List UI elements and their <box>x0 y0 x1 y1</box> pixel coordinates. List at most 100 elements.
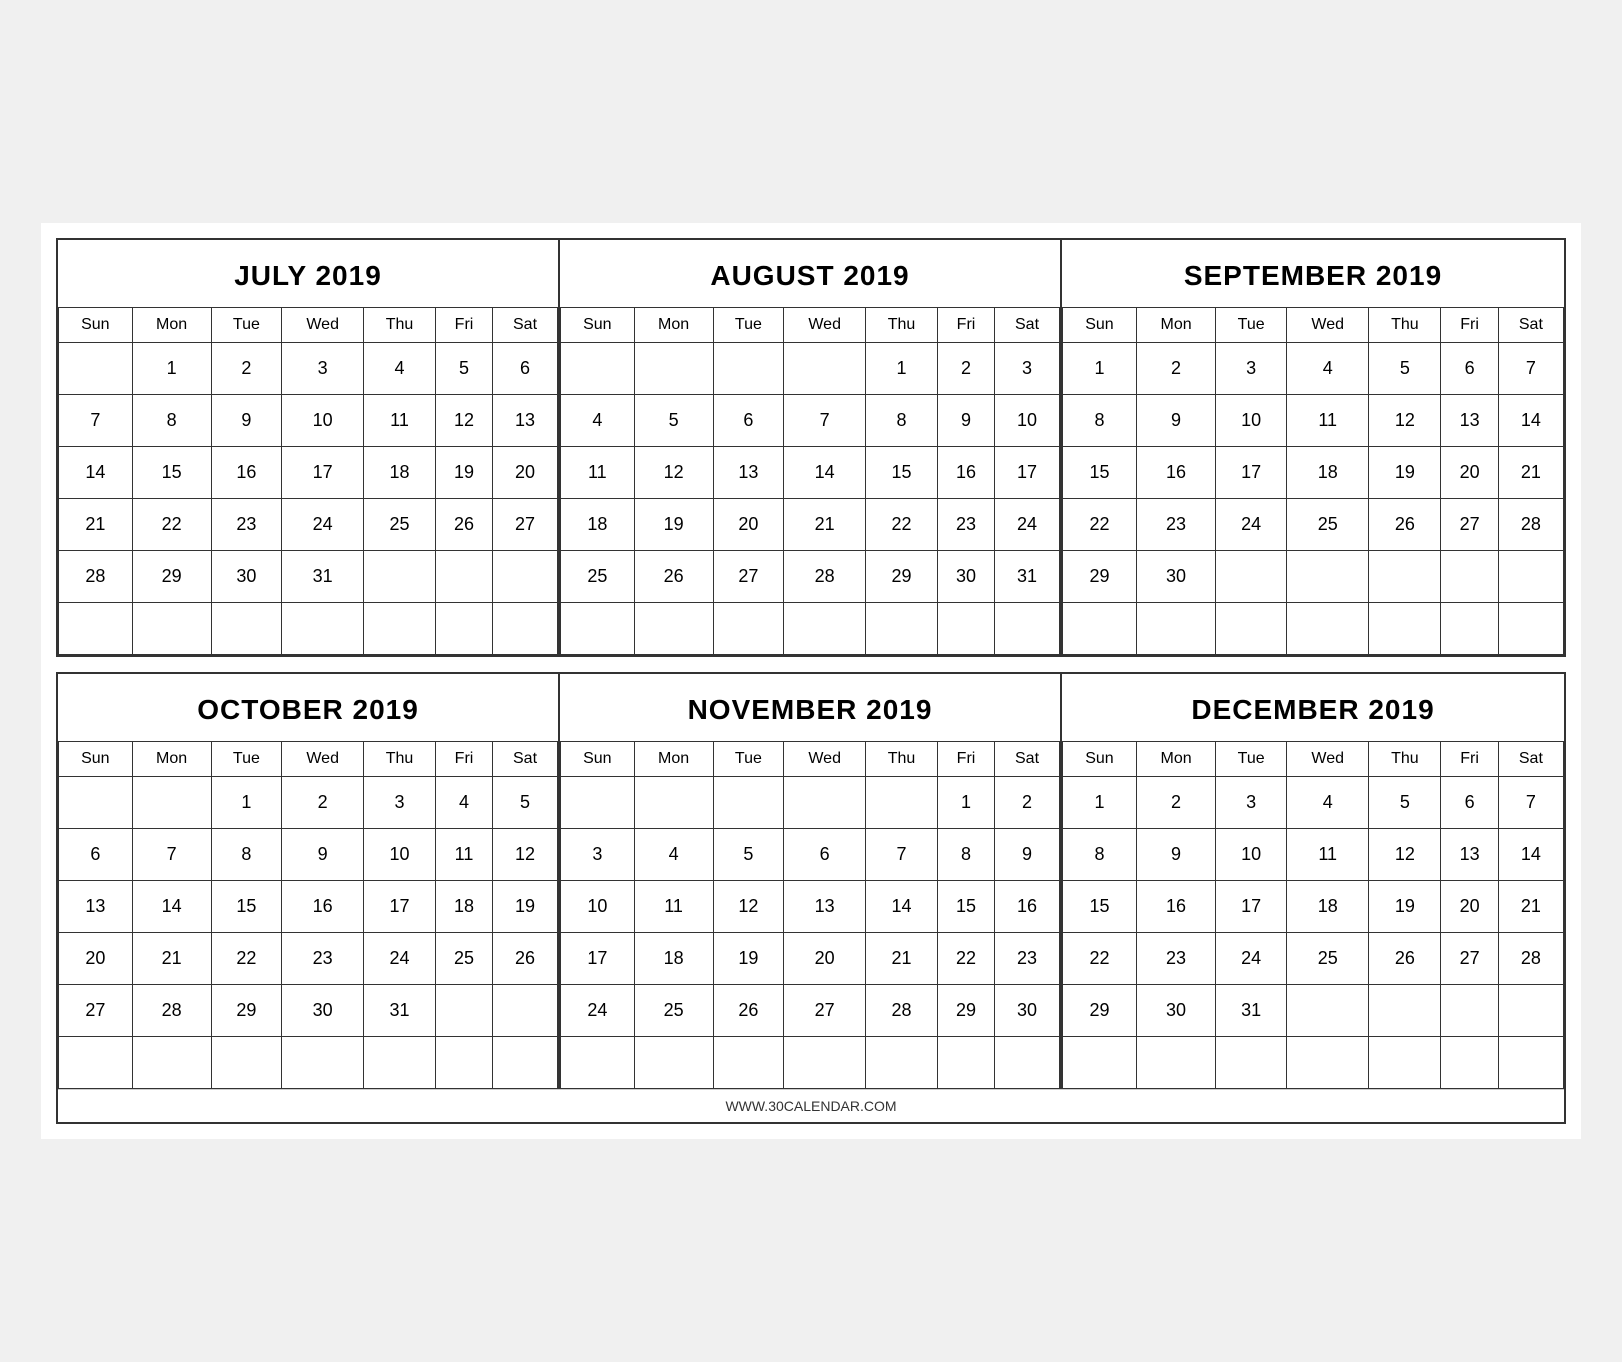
calendar-day[interactable]: 5 <box>713 829 784 881</box>
calendar-day[interactable]: 21 <box>132 933 211 985</box>
calendar-day[interactable]: 28 <box>866 985 938 1037</box>
calendar-day[interactable]: 3 <box>282 343 364 395</box>
calendar-day[interactable]: 2 <box>1136 343 1215 395</box>
calendar-day[interactable]: 18 <box>364 447 436 499</box>
calendar-day[interactable]: 28 <box>1498 499 1563 551</box>
calendar-day[interactable]: 20 <box>59 933 133 985</box>
calendar-day[interactable]: 1 <box>1063 343 1137 395</box>
calendar-day[interactable]: 9 <box>282 829 364 881</box>
calendar-day[interactable]: 14 <box>866 881 938 933</box>
calendar-day[interactable]: 18 <box>634 933 713 985</box>
calendar-day[interactable]: 29 <box>866 551 938 603</box>
calendar-day[interactable]: 25 <box>1287 933 1369 985</box>
calendar-day[interactable]: 29 <box>132 551 211 603</box>
calendar-day[interactable]: 17 <box>1216 881 1287 933</box>
calendar-day[interactable]: 27 <box>784 985 866 1037</box>
calendar-day[interactable]: 6 <box>493 343 558 395</box>
calendar-day[interactable]: 15 <box>1063 881 1137 933</box>
calendar-day[interactable]: 18 <box>1287 447 1369 499</box>
calendar-day[interactable]: 17 <box>282 447 364 499</box>
calendar-day[interactable]: 7 <box>59 395 133 447</box>
calendar-day[interactable]: 27 <box>1441 499 1498 551</box>
calendar-day[interactable]: 14 <box>59 447 133 499</box>
calendar-day[interactable]: 13 <box>59 881 133 933</box>
calendar-day[interactable]: 8 <box>1063 395 1137 447</box>
calendar-day[interactable]: 4 <box>1287 777 1369 829</box>
calendar-day[interactable]: 31 <box>1216 985 1287 1037</box>
calendar-day[interactable]: 9 <box>995 829 1060 881</box>
calendar-day[interactable]: 7 <box>132 829 211 881</box>
calendar-day[interactable]: 30 <box>282 985 364 1037</box>
calendar-day[interactable]: 24 <box>995 499 1060 551</box>
calendar-day[interactable]: 12 <box>634 447 713 499</box>
calendar-day[interactable]: 24 <box>561 985 635 1037</box>
calendar-day[interactable]: 5 <box>634 395 713 447</box>
calendar-day[interactable]: 16 <box>211 447 282 499</box>
calendar-day[interactable]: 23 <box>211 499 282 551</box>
calendar-day[interactable]: 4 <box>364 343 436 395</box>
calendar-day[interactable]: 23 <box>1136 499 1215 551</box>
calendar-day[interactable]: 20 <box>713 499 784 551</box>
calendar-day[interactable]: 3 <box>364 777 436 829</box>
calendar-day[interactable]: 2 <box>211 343 282 395</box>
calendar-day[interactable]: 25 <box>561 551 635 603</box>
calendar-day[interactable]: 7 <box>1498 777 1563 829</box>
calendar-day[interactable]: 8 <box>211 829 282 881</box>
calendar-day[interactable]: 4 <box>634 829 713 881</box>
calendar-day[interactable]: 14 <box>132 881 211 933</box>
calendar-day[interactable]: 29 <box>937 985 994 1037</box>
calendar-day[interactable]: 26 <box>634 551 713 603</box>
calendar-day[interactable]: 17 <box>561 933 635 985</box>
calendar-day[interactable]: 21 <box>784 499 866 551</box>
calendar-day[interactable]: 6 <box>1441 343 1498 395</box>
calendar-day[interactable]: 7 <box>1498 343 1563 395</box>
calendar-day[interactable]: 9 <box>211 395 282 447</box>
calendar-day[interactable]: 1 <box>937 777 994 829</box>
calendar-day[interactable]: 18 <box>561 499 635 551</box>
calendar-day[interactable]: 25 <box>364 499 436 551</box>
calendar-day[interactable]: 21 <box>1498 447 1563 499</box>
calendar-day[interactable]: 29 <box>211 985 282 1037</box>
calendar-day[interactable]: 10 <box>561 881 635 933</box>
calendar-day[interactable]: 13 <box>1441 395 1498 447</box>
calendar-day[interactable]: 28 <box>784 551 866 603</box>
calendar-day[interactable]: 26 <box>713 985 784 1037</box>
calendar-day[interactable]: 3 <box>1216 777 1287 829</box>
calendar-day[interactable]: 9 <box>1136 395 1215 447</box>
calendar-day[interactable]: 15 <box>211 881 282 933</box>
calendar-day[interactable]: 8 <box>937 829 994 881</box>
calendar-day[interactable]: 31 <box>364 985 436 1037</box>
calendar-day[interactable]: 20 <box>493 447 558 499</box>
calendar-day[interactable]: 6 <box>59 829 133 881</box>
calendar-day[interactable]: 16 <box>1136 447 1215 499</box>
calendar-day[interactable]: 8 <box>132 395 211 447</box>
calendar-day[interactable]: 11 <box>1287 829 1369 881</box>
calendar-day[interactable]: 14 <box>1498 829 1563 881</box>
calendar-day[interactable]: 22 <box>866 499 938 551</box>
calendar-day[interactable]: 1 <box>132 343 211 395</box>
calendar-day[interactable]: 2 <box>1136 777 1215 829</box>
calendar-day[interactable]: 26 <box>493 933 558 985</box>
calendar-day[interactable]: 22 <box>1063 499 1137 551</box>
calendar-day[interactable]: 9 <box>1136 829 1215 881</box>
calendar-day[interactable]: 4 <box>561 395 635 447</box>
calendar-day[interactable]: 17 <box>995 447 1060 499</box>
calendar-day[interactable]: 26 <box>1369 499 1441 551</box>
calendar-day[interactable]: 21 <box>866 933 938 985</box>
calendar-day[interactable]: 22 <box>132 499 211 551</box>
calendar-day[interactable]: 5 <box>435 343 492 395</box>
calendar-day[interactable]: 16 <box>995 881 1060 933</box>
calendar-day[interactable]: 25 <box>435 933 492 985</box>
calendar-day[interactable]: 23 <box>995 933 1060 985</box>
calendar-day[interactable]: 16 <box>937 447 994 499</box>
calendar-day[interactable]: 6 <box>784 829 866 881</box>
calendar-day[interactable]: 6 <box>713 395 784 447</box>
calendar-day[interactable]: 12 <box>493 829 558 881</box>
calendar-day[interactable]: 29 <box>1063 985 1137 1037</box>
calendar-day[interactable]: 19 <box>435 447 492 499</box>
calendar-day[interactable]: 30 <box>937 551 994 603</box>
calendar-day[interactable]: 19 <box>634 499 713 551</box>
calendar-day[interactable]: 5 <box>1369 777 1441 829</box>
calendar-day[interactable]: 20 <box>1441 447 1498 499</box>
calendar-day[interactable]: 23 <box>1136 933 1215 985</box>
